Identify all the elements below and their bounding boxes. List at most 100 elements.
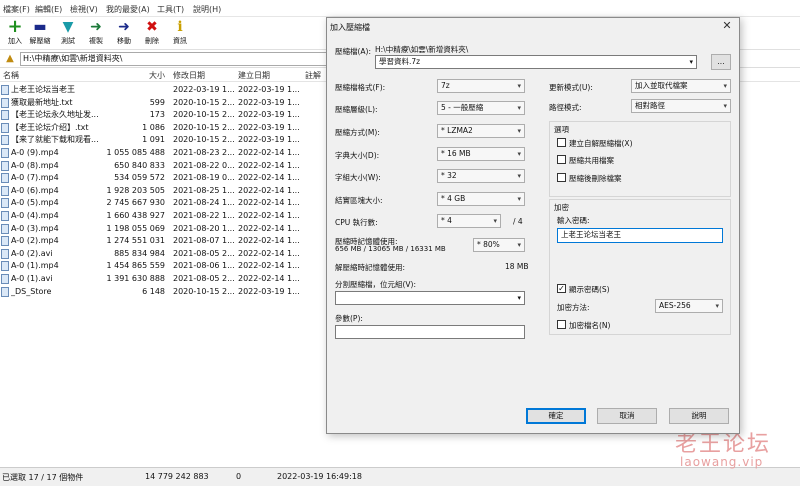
menu-tools[interactable]: 工具(T) <box>157 4 184 15</box>
status-total-size: 14 779 242 883 <box>145 472 209 481</box>
delete-button[interactable]: ✖ 刪除 <box>137 19 167 49</box>
file-modified: 2020-10-15 2... <box>173 135 235 145</box>
password-input[interactable]: 上老王论坛当老王 <box>557 228 723 243</box>
split-label: 分割壓縮檔，位元組(V): <box>335 280 417 289</box>
list-item[interactable]: 【来了就能下载和观看... 1 091 2020-10-15 2... 2022-03… <box>0 134 330 147</box>
update-mode-select[interactable]: 加入並取代檔案 ▾ <box>631 79 731 93</box>
status-zero: 0 <box>236 472 242 481</box>
chevron-down-icon: ▾ <box>517 127 521 135</box>
list-item[interactable]: _DS_Store 6 148 2020-10-15 2... 2022-03-19 … <box>0 286 330 299</box>
list-item[interactable]: A-0 (7).mp4 534 059 572 2021-08-19 0... 202… <box>0 172 330 185</box>
column-modified[interactable]: 修改日期 <box>173 70 205 81</box>
column-name[interactable]: 名稱 <box>3 70 19 81</box>
split-input[interactable]: ▾ <box>335 291 525 305</box>
level-value: 5 - 一般壓縮 <box>441 103 484 112</box>
mem-value: * 80% <box>477 240 500 249</box>
copy-button[interactable]: ➜ 複製 <box>81 19 111 49</box>
mem-select[interactable]: * 80% ▾ <box>473 238 525 252</box>
sfx-checkbox[interactable] <box>557 138 566 147</box>
file-modified: 2020-10-15 2... <box>173 122 235 132</box>
cpu-total: / 4 <box>513 217 523 226</box>
list-item[interactable]: 【老王论坛永久地址发... 173 2020-10-15 2... 2022-03-1… <box>0 109 330 122</box>
file-modified: 2021-08-25 1... <box>173 185 235 195</box>
test-button[interactable]: ▼ 測試 <box>53 19 83 49</box>
menu-edit[interactable]: 編輯(E) <box>35 4 62 15</box>
sfx-label: 建立自解壓縮檔(X) <box>569 139 633 148</box>
method-select[interactable]: * LZMA2 ▾ <box>437 124 525 138</box>
file-created: 2022-03-19 1... <box>238 122 300 132</box>
cancel-button[interactable]: 取消 <box>597 408 657 424</box>
list-item[interactable]: A-0 (1).mp4 1 454 865 559 2021-08-06 1... 2… <box>0 260 330 273</box>
list-item[interactable]: 獲取最新地址.txt 599 2020-10-15 2... 2022-03-19 1… <box>0 97 330 110</box>
file-modified: 2022-03-19 1... <box>173 85 235 94</box>
menu-file[interactable]: 檔案(F) <box>3 4 30 15</box>
info-button[interactable]: i 資訊 <box>165 19 195 49</box>
chevron-down-icon[interactable]: ▾ <box>689 56 693 68</box>
list-item[interactable]: A-0 (1).avi 1 391 630 888 2021-08-05 2... 2… <box>0 273 330 286</box>
demem-label: 解壓縮時記憶體使用: <box>335 263 406 272</box>
level-label: 壓縮層級(L): <box>335 105 378 114</box>
encryption-method-select[interactable]: AES-256 ▾ <box>655 299 723 313</box>
solid-select[interactable]: * 4 GB ▾ <box>437 192 525 206</box>
archive-dir: H:\中精療\如雲\新增資料夾\ <box>375 45 469 54</box>
encrypt-names-checkbox[interactable] <box>557 320 566 329</box>
list-item[interactable]: A-0 (6).mp4 1 928 203 505 2021-08-25 1... 2… <box>0 185 330 198</box>
list-item[interactable]: 【老王论坛介绍】.txt 1 086 2020-10-15 2... 2022-03-… <box>0 122 330 135</box>
solid-label: 結實區塊大小: <box>335 196 383 205</box>
column-created[interactable]: 建立日期 <box>238 70 270 81</box>
params-input[interactable] <box>335 325 525 339</box>
list-item[interactable]: A-0 (2).avi 885 834 984 2021-08-05 2... 202… <box>0 248 330 261</box>
file-created: 2022-02-14 1... <box>238 261 300 271</box>
cpu-select[interactable]: * 4 ▾ <box>437 214 501 228</box>
file-modified: 2020-10-15 2... <box>173 97 235 107</box>
list-item[interactable]: A-0 (8).mp4 650 840 833 2021-08-22 0... 202… <box>0 160 330 173</box>
delete-after-checkbox[interactable] <box>557 173 566 182</box>
menu-help[interactable]: 說明(H) <box>193 4 221 15</box>
path-input[interactable]: H:\中精療\如雲\新增資料夾\ <box>20 52 330 66</box>
column-comment[interactable]: 註解 <box>305 70 321 81</box>
move-icon: ➜ <box>118 19 130 35</box>
status-datetime: 2022-03-19 16:49:18 <box>277 472 362 481</box>
test-label: 測試 <box>61 37 75 45</box>
level-select[interactable]: 5 - 一般壓縮 ▾ <box>437 101 525 115</box>
folder-up-icon[interactable]: ▲ <box>3 52 17 65</box>
path-mode-select[interactable]: 相對路徑 ▾ <box>631 99 731 113</box>
mem-detail: 656 MB / 13065 MB / 16331 MB <box>335 245 446 253</box>
list-item[interactable]: A-0 (5).mp4 2 745 667 930 2021-08-24 1... 2… <box>0 197 330 210</box>
file-icon <box>1 147 9 158</box>
format-select[interactable]: 7z ▾ <box>437 79 525 93</box>
close-icon[interactable]: ✕ <box>719 19 735 33</box>
chevron-down-icon: ▾ <box>723 102 727 110</box>
watermark-url: laowang.vip <box>680 455 764 469</box>
ok-button[interactable]: 確定 <box>526 408 586 424</box>
column-size[interactable]: 大小 <box>149 70 165 81</box>
word-select[interactable]: * 32 ▾ <box>437 169 525 183</box>
list-item[interactable]: A-0 (4).mp4 1 660 438 927 2021-08-22 1... 2… <box>0 210 330 223</box>
file-name: 【来了就能下载和观看... <box>11 135 99 145</box>
chevron-down-icon: ▾ <box>517 241 521 249</box>
file-icon <box>1 122 9 133</box>
list-item[interactable]: A-0 (3).mp4 1 198 055 069 2021-08-20 1... 2… <box>0 223 330 236</box>
dict-select[interactable]: * 16 MB ▾ <box>437 147 525 161</box>
file-name: A-0 (9).mp4 <box>11 147 59 157</box>
extract-button[interactable]: ▬ 解壓縮 <box>25 19 55 49</box>
browse-button[interactable]: ... <box>711 54 731 70</box>
file-created: 2022-02-14 1... <box>238 147 300 157</box>
list-item[interactable]: 上老王论坛当老王 2022-03-19 1... 2022-03-19 1... <box>0 84 330 97</box>
shared-checkbox[interactable] <box>557 155 566 164</box>
cpu-value: * 4 <box>441 216 452 225</box>
move-button[interactable]: ➜ 移動 <box>109 19 139 49</box>
file-name: 獲取最新地址.txt <box>11 97 73 107</box>
encryption-method-value: AES-256 <box>659 301 691 310</box>
list-item[interactable]: A-0 (2).mp4 1 274 551 031 2021-08-07 1... 2… <box>0 235 330 248</box>
list-item[interactable]: A-0 (9).mp4 1 055 085 488 2021-08-23 2... 2… <box>0 147 330 160</box>
menu-view[interactable]: 檢視(V) <box>70 4 98 15</box>
menu-bar: 檔案(F) 編輯(E) 檢視(V) 我的最愛(A) 工具(T) 說明(H) <box>0 0 800 17</box>
menu-favorites[interactable]: 我的最愛(A) <box>106 4 150 15</box>
show-password-checkbox[interactable]: ✓ <box>557 284 566 293</box>
chevron-down-icon[interactable]: ▾ <box>517 292 521 304</box>
archive-name-input[interactable]: 學習資料.7z ▾ <box>375 55 697 69</box>
file-icon <box>1 273 9 284</box>
file-created: 2022-03-19 1... <box>238 97 300 107</box>
help-button[interactable]: 說明 <box>669 408 729 424</box>
